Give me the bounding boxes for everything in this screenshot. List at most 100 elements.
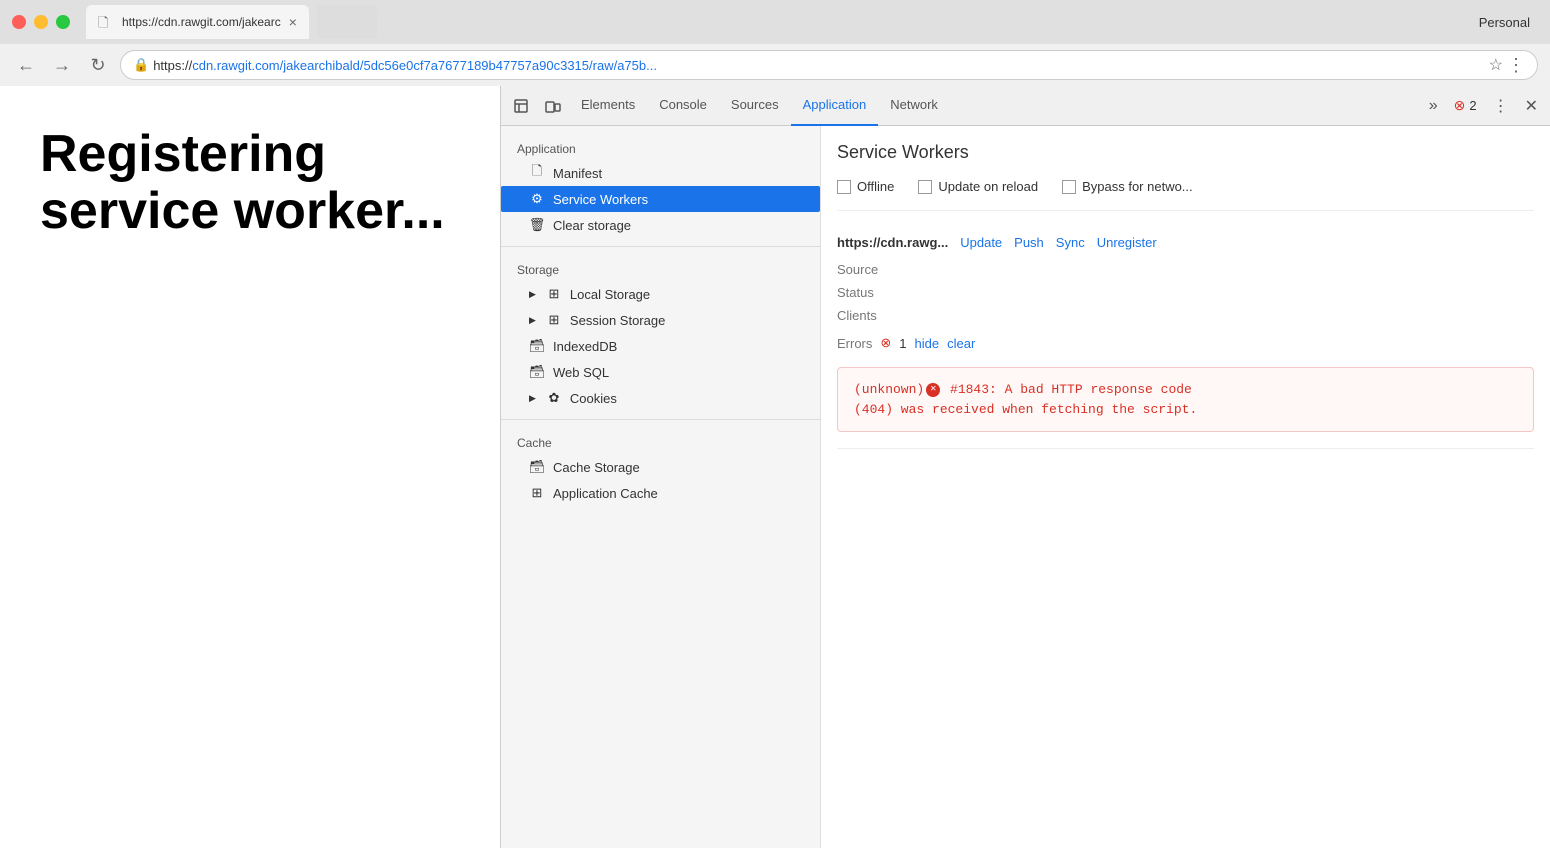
sw-details: Source Status Clients [837, 262, 1534, 323]
address-text: https://cdn.rawgit.com/jakearchibald/5dc… [153, 58, 1480, 73]
offline-option[interactable]: Offline [837, 179, 894, 194]
cache-section-label: Cache [501, 428, 820, 454]
cookies-icon: ✿ [546, 390, 562, 406]
error-circle-small-icon: ⊗ [880, 335, 891, 351]
tab-elements[interactable]: Elements [569, 86, 647, 126]
more-tabs-button[interactable]: » [1421, 97, 1446, 115]
sidebar-item-cache-storage[interactable]: 🗃 Cache Storage [501, 454, 820, 480]
lock-icon: 🔒 [133, 57, 149, 73]
close-traffic-light[interactable] [12, 15, 26, 29]
cookies-arrow-icon: ▶ [529, 393, 536, 404]
sidebar-item-session-storage[interactable]: ▶ ⊞ Session Storage [501, 307, 820, 333]
back-button[interactable]: ← [12, 51, 40, 79]
inspect-element-icon[interactable] [507, 92, 535, 120]
manifest-icon: 🗋 [529, 165, 545, 181]
sidebar-item-cookies[interactable]: ▶ ✿ Cookies [501, 385, 820, 411]
cache-storage-icon: 🗃 [529, 459, 545, 475]
session-storage-arrow-icon: ▶ [529, 315, 536, 326]
service-workers-icon: ⚙ [529, 191, 545, 207]
bypass-for-network-checkbox[interactable] [1062, 180, 1076, 194]
sidebar-item-service-workers[interactable]: ⚙ Service Workers [501, 186, 820, 212]
tab-favicon-icon: 🗋 [98, 14, 114, 30]
hide-errors-button[interactable]: hide [915, 336, 940, 351]
sw-url-row: https://cdn.rawg... Update Push Sync Unr… [837, 235, 1534, 250]
sw-entry: https://cdn.rawg... Update Push Sync Unr… [837, 235, 1534, 449]
tab-network[interactable]: Network [878, 86, 950, 126]
error-message-line1: (unknown)✕ #1843: A bad HTTP response co… [854, 380, 1517, 400]
address-bar[interactable]: 🔒 https://cdn.rawgit.com/jakearchibald/5… [120, 50, 1538, 80]
panel-title: Service Workers [837, 142, 1534, 163]
page-content: Registeringservice worker... [0, 86, 500, 848]
errors-label: Errors [837, 336, 872, 351]
tab-title: https://cdn.rawgit.com/jakearc [122, 15, 281, 29]
sidebar-item-local-storage[interactable]: ▶ ⊞ Local Storage [501, 281, 820, 307]
traffic-lights [12, 15, 70, 29]
personal-label: Personal [1479, 15, 1530, 30]
maximize-traffic-light[interactable] [56, 15, 70, 29]
nav-bar: ← → ↻ 🔒 https://cdn.rawgit.com/jakearchi… [0, 44, 1550, 86]
update-on-reload-option[interactable]: Update on reload [918, 179, 1038, 194]
sw-unregister-action[interactable]: Unregister [1097, 235, 1157, 250]
title-bar: 🗋 https://cdn.rawgit.com/jakearc × Perso… [0, 0, 1550, 44]
devtools-close-button[interactable]: ✕ [1517, 96, 1546, 116]
error-badge[interactable]: ⊗ 2 [1446, 97, 1485, 114]
source-label: Source [837, 262, 917, 277]
clients-value [933, 308, 1534, 323]
clear-storage-icon: 🗑 [529, 217, 545, 233]
local-storage-icon: ⊞ [546, 286, 562, 302]
tab-sources[interactable]: Sources [719, 86, 791, 126]
error-count-value: 1 [899, 336, 906, 351]
more-icon[interactable]: ⋮ [1507, 55, 1525, 76]
clear-errors-button[interactable]: clear [947, 336, 975, 351]
devtools-main-panel: Service Workers Offline Update on reload [821, 126, 1550, 848]
sidebar-item-application-cache[interactable]: ⊞ Application Cache [501, 480, 820, 506]
error-message-line2: (404) was received when fetching the scr… [854, 400, 1517, 420]
content-area: Registeringservice worker... [0, 86, 1550, 848]
bypass-for-network-option[interactable]: Bypass for netwo... [1062, 179, 1193, 194]
status-value [933, 285, 1534, 300]
error-inline-icon: ✕ [926, 383, 940, 397]
sidebar-item-indexeddb[interactable]: 🗃 IndexedDB [501, 333, 820, 359]
devtools-sidebar: Application 🗋 Manifest ⚙ Service Workers… [501, 126, 821, 848]
sw-sync-action[interactable]: Sync [1056, 235, 1085, 250]
tab-placeholder [317, 5, 377, 39]
sw-options-row: Offline Update on reload Bypass for netw… [837, 179, 1534, 211]
devtools-body: Application 🗋 Manifest ⚙ Service Workers… [501, 126, 1550, 848]
web-sql-icon: 🗃 [529, 364, 545, 380]
sw-push-action[interactable]: Push [1014, 235, 1044, 250]
local-storage-arrow-icon: ▶ [529, 289, 536, 300]
sidebar-divider-1 [501, 246, 820, 247]
indexeddb-icon: 🗃 [529, 338, 545, 354]
sidebar-item-clear-storage[interactable]: 🗑 Clear storage [501, 212, 820, 238]
source-value [933, 262, 1534, 277]
storage-section-label: Storage [501, 255, 820, 281]
update-on-reload-checkbox[interactable] [918, 180, 932, 194]
application-cache-icon: ⊞ [529, 485, 545, 501]
device-toolbar-icon[interactable] [539, 92, 567, 120]
sidebar-item-manifest[interactable]: 🗋 Manifest [501, 160, 820, 186]
reload-button[interactable]: ↻ [84, 51, 112, 79]
browser-window: 🗋 https://cdn.rawgit.com/jakearc × Perso… [0, 0, 1550, 848]
bookmark-icon[interactable]: ☆ [1489, 55, 1503, 75]
sw-errors-row: Errors ⊗ 1 hide clear [837, 335, 1534, 351]
minimize-traffic-light[interactable] [34, 15, 48, 29]
devtools-panel: Elements Console Sources Application Net… [500, 86, 1550, 848]
page-heading: Registeringservice worker... [40, 126, 445, 240]
tab-application[interactable]: Application [791, 86, 879, 126]
error-count: 2 [1469, 98, 1476, 113]
devtools-menu-button[interactable]: ⋮ [1485, 96, 1517, 116]
sw-url: https://cdn.rawg... [837, 235, 948, 250]
sw-update-action[interactable]: Update [960, 235, 1002, 250]
tab-bar: 🗋 https://cdn.rawgit.com/jakearc × Perso… [86, 5, 1538, 39]
forward-button[interactable]: → [48, 51, 76, 79]
active-tab[interactable]: 🗋 https://cdn.rawgit.com/jakearc × [86, 5, 309, 39]
tab-close-button[interactable]: × [289, 14, 297, 30]
status-label: Status [837, 285, 917, 300]
offline-checkbox[interactable] [837, 180, 851, 194]
application-section-label: Application [501, 134, 820, 160]
tab-console[interactable]: Console [647, 86, 719, 126]
session-storage-icon: ⊞ [546, 312, 562, 328]
sidebar-item-web-sql[interactable]: 🗃 Web SQL [501, 359, 820, 385]
sidebar-divider-2 [501, 419, 820, 420]
devtools-tab-bar: Elements Console Sources Application Net… [501, 86, 1550, 126]
